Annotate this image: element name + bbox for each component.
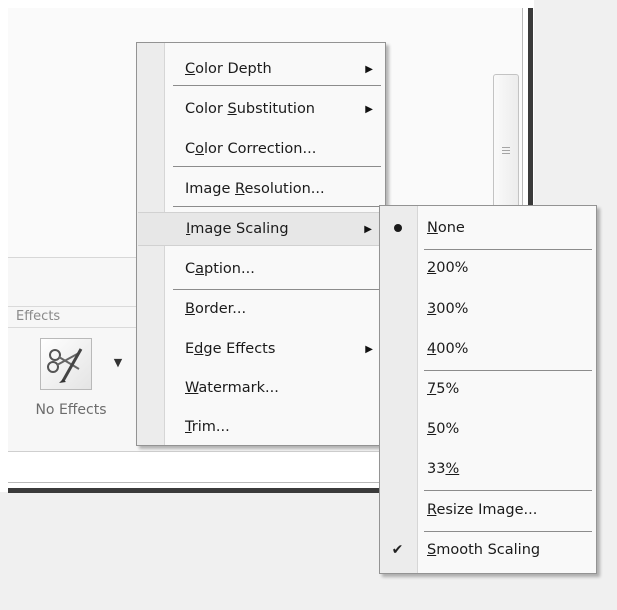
grip-icon (502, 147, 510, 155)
submenu-arrow-icon: ▶ (365, 63, 373, 75)
menu-item-label: Caption... (185, 261, 255, 277)
menu-separator (173, 85, 381, 86)
menu-item-color-depth[interactable]: Color Depth ▶ (137, 52, 385, 86)
menu-separator (173, 206, 381, 207)
submenu-item-33[interactable]: 33% (380, 452, 596, 486)
menu-separator (424, 370, 592, 371)
menu-item-label: Color Correction... (185, 141, 317, 157)
menu-separator (173, 166, 381, 167)
submenu-item-smooth-scaling[interactable]: ✔ Smooth Scaling (380, 533, 596, 567)
submenu-item-label: 75% (427, 381, 460, 397)
menu-separator (424, 531, 592, 532)
submenu-item-label: 400% (427, 341, 469, 357)
context-menu: Color Depth ▶ Color Substitution ▶ Color Cor… (136, 42, 386, 446)
menu-item-caption[interactable]: Caption... (137, 252, 385, 286)
submenu-item-75[interactable]: 75% (380, 372, 596, 406)
submenu-item-300[interactable]: 300% (380, 292, 596, 326)
menu-item-label: Color Substitution (185, 101, 316, 117)
menu-item-label: Watermark... (185, 380, 279, 396)
submenu-item-label: Smooth Scaling (427, 542, 541, 558)
submenu-item-label: Resize Image... (427, 502, 538, 518)
submenu-arrow-icon: ▶ (365, 343, 373, 355)
menu-item-label: Image Resolution... (185, 181, 325, 197)
menu-separator (424, 249, 592, 250)
triangle-down-icon[interactable]: ▼ (108, 356, 128, 372)
menu-separator (424, 490, 592, 491)
menu-item-color-correction[interactable]: Color Correction... (137, 132, 385, 166)
submenu-arrow-icon: ▶ (364, 223, 372, 235)
menu-item-color-substitution[interactable]: Color Substitution ▶ (137, 92, 385, 126)
submenu-arrow-icon: ▶ (365, 103, 373, 115)
radio-bullet-icon (394, 224, 402, 232)
submenu-item-resize-image[interactable]: Resize Image... (380, 493, 596, 527)
effects-button-caption: No Effects (35, 402, 107, 418)
submenu-item-50[interactable]: 50% (380, 412, 596, 446)
menu-item-label: Color Depth (185, 61, 272, 77)
submenu-item-label: None (427, 220, 465, 236)
submenu-item-400[interactable]: 400% (380, 332, 596, 366)
submenu-item-label: 50% (427, 421, 460, 437)
menu-item-label: Image Scaling (186, 221, 289, 237)
menu-item-trim[interactable]: Trim... (137, 410, 385, 444)
menu-separator (173, 289, 381, 290)
checkmark-icon: ✔ (391, 542, 404, 558)
submenu-item-label: 33% (427, 461, 460, 477)
submenu-item-none[interactable]: None (380, 211, 596, 245)
image-scaling-submenu: None 200% 300% 400% 75% 50% 33% Resize Image...… (379, 205, 597, 574)
menu-item-label: Border... (185, 301, 247, 317)
menu-item-edge-effects[interactable]: Edge Effects ▶ (137, 332, 385, 366)
submenu-item-label: 300% (427, 301, 469, 317)
effects-button[interactable] (40, 338, 92, 390)
menu-item-watermark[interactable]: Watermark... (137, 371, 385, 405)
scissors-brush-icon (47, 348, 83, 383)
effects-group-label: Effects (8, 306, 138, 328)
submenu-item-label: 200% (427, 260, 469, 276)
menu-item-image-resolution[interactable]: Image Resolution... (137, 172, 385, 206)
menu-item-label: Trim... (185, 419, 230, 435)
menu-item-image-scaling[interactable]: Image Scaling ▶ (138, 212, 384, 246)
submenu-item-200[interactable]: 200% (380, 251, 596, 285)
menu-item-label: Edge Effects (185, 341, 276, 357)
menu-item-border[interactable]: Border... (137, 292, 385, 326)
